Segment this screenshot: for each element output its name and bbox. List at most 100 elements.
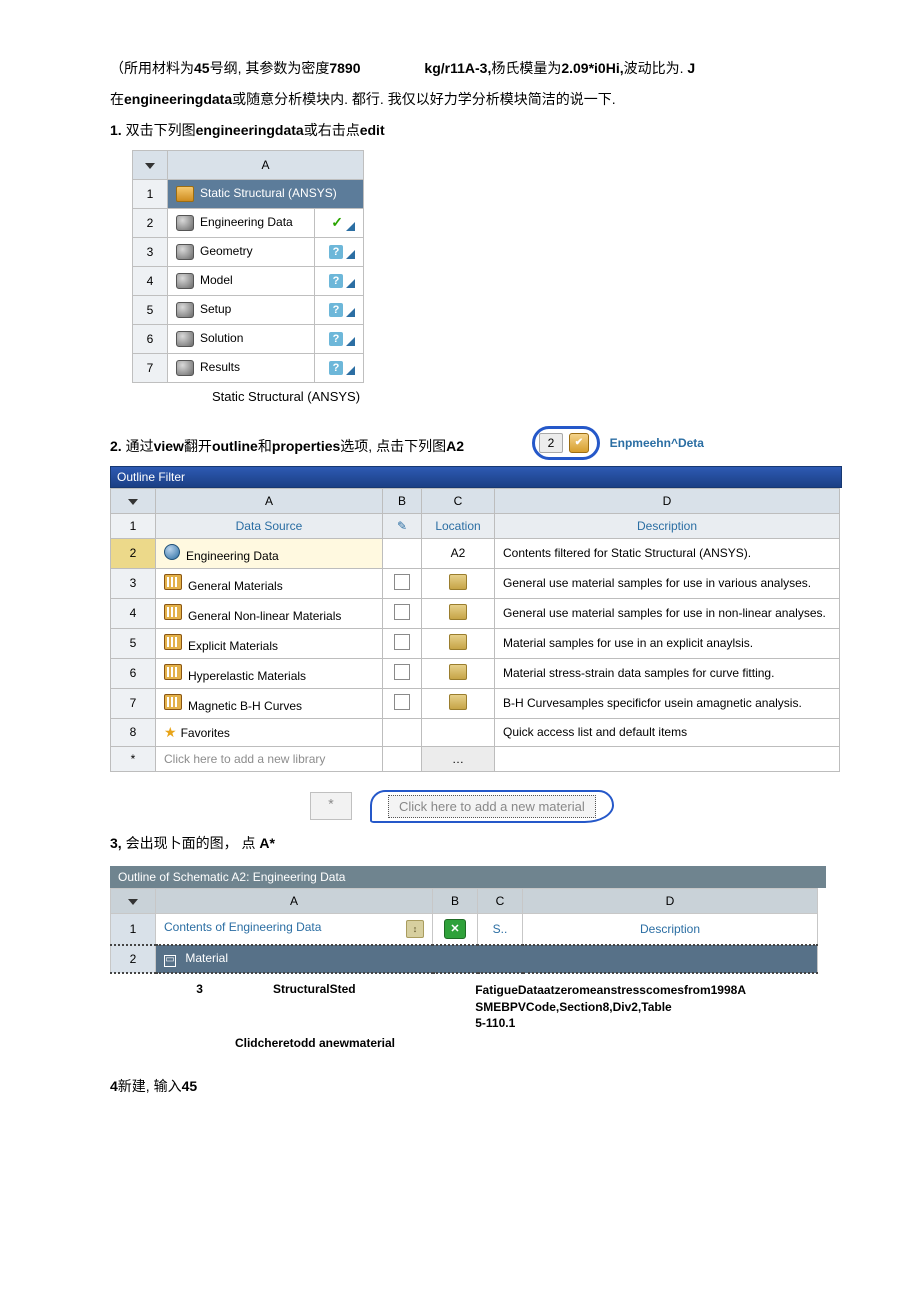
corner-icon bbox=[346, 366, 355, 375]
b: 45 bbox=[194, 60, 210, 76]
b: edit bbox=[360, 122, 385, 138]
step-num: 4 bbox=[110, 1078, 118, 1094]
col-c: C bbox=[478, 888, 523, 913]
location-cell[interactable]: … bbox=[422, 746, 495, 771]
location-cell[interactable] bbox=[422, 688, 495, 718]
description-cell: Quick access list and default items bbox=[495, 718, 840, 746]
new-row-button[interactable]: * bbox=[310, 792, 352, 820]
t: 双击下列图 bbox=[122, 122, 196, 138]
dropdown-cell[interactable] bbox=[111, 488, 156, 513]
add-material-callout[interactable]: Click here to add a new material bbox=[370, 790, 614, 823]
step-num: 2. bbox=[110, 438, 122, 454]
row-idx: 8 bbox=[111, 718, 156, 746]
engdata-icon: ✔ bbox=[569, 433, 589, 453]
t: 或随意分析模块内. 都行. 我仅以好力学分析模块简洁的说一下. bbox=[232, 91, 615, 107]
dropdown-cell[interactable] bbox=[111, 888, 156, 913]
location-cell[interactable] bbox=[422, 598, 495, 628]
corner-icon bbox=[346, 308, 355, 317]
question-icon: ? bbox=[329, 361, 343, 375]
checkbox-icon bbox=[394, 664, 410, 680]
data-source-cell[interactable]: Engineering Data bbox=[156, 538, 383, 568]
checkbox-cell[interactable] bbox=[383, 568, 422, 598]
row-idx: 7 bbox=[111, 688, 156, 718]
col-b-icon[interactable]: ✕ bbox=[433, 913, 478, 945]
intro-line2: 在engineeringdata或随意分析模块内. 都行. 我仅以好力学分析模块… bbox=[110, 87, 810, 112]
data-source-cell[interactable]: General Non-linear Materials bbox=[156, 598, 383, 628]
row-idx: 2 bbox=[133, 208, 168, 237]
b: A* bbox=[259, 835, 275, 851]
cell-icon bbox=[176, 302, 194, 318]
t: 波动比为. bbox=[624, 60, 684, 76]
cell-model[interactable]: Model bbox=[168, 266, 315, 295]
material-label: Material bbox=[185, 951, 228, 965]
b: 45 bbox=[182, 1078, 198, 1094]
t: 通过 bbox=[122, 438, 154, 454]
location-cell[interactable] bbox=[422, 628, 495, 658]
folder-icon bbox=[449, 664, 467, 680]
location-cell[interactable] bbox=[422, 658, 495, 688]
step1-heading: 1. 双击下列图engineeringdata或右击点edit bbox=[110, 118, 810, 143]
col-a: A bbox=[156, 888, 433, 913]
data-source-cell[interactable]: General Materials bbox=[156, 568, 383, 598]
data-source-cell[interactable]: Magnetic B-H Curves bbox=[156, 688, 383, 718]
bubble-index: 2 bbox=[539, 433, 563, 453]
t: 杨氏模量为 bbox=[491, 60, 561, 76]
cell-results[interactable]: Results bbox=[168, 353, 315, 382]
location-cell[interactable] bbox=[422, 568, 495, 598]
corner-icon bbox=[346, 337, 355, 346]
description-cell: General use material samples for use in … bbox=[495, 568, 840, 598]
cell-solution[interactable]: Solution bbox=[168, 324, 315, 353]
data-source-cell[interactable]: ★Favorites bbox=[156, 718, 383, 746]
row-idx: 3 bbox=[111, 568, 156, 598]
material-group-row[interactable]: ▭ Material bbox=[156, 945, 818, 973]
status-cell: ? bbox=[315, 295, 364, 324]
fatigue-desc: FatigueDataatzeromeanstresscomesfrom1998… bbox=[475, 982, 810, 1032]
engdata-bubble[interactable]: 2 ✔ bbox=[532, 426, 600, 460]
description-cell: Contents filtered for Static Structural … bbox=[495, 538, 840, 568]
checkbox-cell[interactable] bbox=[383, 598, 422, 628]
corner-icon bbox=[346, 250, 355, 259]
description-cell: B-H Curvesamples specificfor usein amagn… bbox=[495, 688, 840, 718]
row-idx: 7 bbox=[133, 353, 168, 382]
system-title-cell[interactable]: Static Structural (ANSYS) bbox=[168, 179, 364, 208]
bubble-label: Enpmeehn^Deta bbox=[610, 436, 704, 450]
folder-icon bbox=[449, 604, 467, 620]
description-cell: Material samples for use in an explicit … bbox=[495, 628, 840, 658]
chevron-down-icon bbox=[128, 899, 138, 905]
library-icon bbox=[164, 664, 182, 680]
sort-icon[interactable]: ↕ bbox=[406, 920, 424, 938]
schematic-outline-table: A B C D 1 Contents of Engineering Data ↕… bbox=[110, 888, 818, 974]
col-d: D bbox=[495, 488, 840, 513]
t: 选项, 点击下列图 bbox=[340, 438, 446, 454]
data-source-cell[interactable]: Explicit Materials bbox=[156, 628, 383, 658]
contents-label: Contents of Engineering Data ↕ bbox=[156, 913, 433, 945]
checkbox-cell[interactable] bbox=[383, 628, 422, 658]
sub-c: Location bbox=[422, 513, 495, 538]
data-source-cell[interactable]: Hyperelastic Materials bbox=[156, 658, 383, 688]
status-cell: ? bbox=[315, 266, 364, 295]
question-icon: ? bbox=[329, 274, 343, 288]
data-source-cell[interactable]: Click here to add a new library bbox=[156, 746, 383, 771]
schematic-outline-title: Outline of Schematic A2: Engineering Dat… bbox=[110, 866, 826, 888]
checkbox-cell[interactable] bbox=[383, 688, 422, 718]
row-idx: 4 bbox=[111, 598, 156, 628]
step3-heading: 3, 会出现卜面的图， 点 A* bbox=[110, 831, 810, 856]
description-cell: Material stress-strain data samples for … bbox=[495, 658, 840, 688]
status-cell: ? bbox=[315, 353, 364, 382]
question-icon: ? bbox=[329, 245, 343, 259]
cell-setup[interactable]: Setup bbox=[168, 295, 315, 324]
row-idx: 5 bbox=[133, 295, 168, 324]
col-a-header: A bbox=[168, 150, 364, 179]
checkbox-icon bbox=[394, 604, 410, 620]
cell-geometry[interactable]: Geometry bbox=[168, 237, 315, 266]
cell-icon bbox=[176, 273, 194, 289]
chevron-down-icon bbox=[145, 163, 155, 169]
cell-engineering-data[interactable]: Engineering Data bbox=[168, 208, 315, 237]
dropdown-cell[interactable] bbox=[133, 150, 168, 179]
sub-b-edit-icon[interactable]: ✎ bbox=[383, 513, 422, 538]
b: view bbox=[154, 438, 184, 454]
t: 在 bbox=[110, 91, 124, 107]
col-d-label: Description bbox=[523, 913, 818, 945]
b: 2.09*i0Hi, bbox=[561, 60, 623, 76]
checkbox-cell[interactable] bbox=[383, 658, 422, 688]
